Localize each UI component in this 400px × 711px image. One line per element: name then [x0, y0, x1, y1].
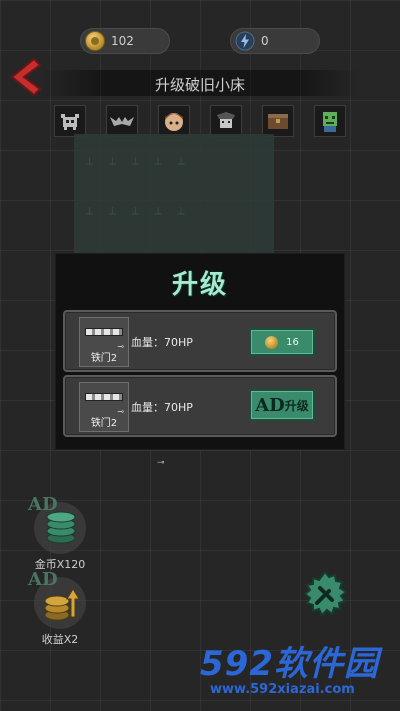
wrench-gear-icon[interactable]	[300, 570, 350, 620]
upgrade-cost: 16	[286, 336, 299, 348]
zombie-icon[interactable]	[314, 105, 346, 137]
watermark: 592软件园 www.592xiazai.com	[200, 636, 396, 708]
monster-icon[interactable]	[54, 105, 86, 137]
vampire-icon[interactable]	[210, 105, 242, 137]
hp-label: 血量：70HP	[131, 401, 193, 414]
upgrade-card: ⊸ 铁门2 血量：70HP 16	[63, 310, 337, 372]
energy-count: 0	[261, 34, 269, 48]
coin-count: 102	[111, 34, 134, 48]
coin-counter: 102	[80, 28, 170, 54]
ad-tag: AD	[28, 569, 58, 590]
lightning-icon	[235, 31, 255, 51]
ad-label: AD	[255, 394, 285, 416]
door-bars-icon	[85, 328, 123, 336]
income-bonus-button[interactable]: AD 收益X2	[28, 569, 92, 647]
item-name: 铁门2	[90, 418, 118, 429]
page-title: 升级破旧小床	[154, 76, 245, 94]
key-icon: ⊸	[157, 458, 165, 468]
upgrade-card: ⊸ 铁门2 血量：70HP AD 升级	[63, 375, 337, 437]
bat-icon[interactable]	[106, 105, 138, 137]
coin-icon	[85, 31, 105, 51]
item-name: 铁门2	[90, 353, 118, 364]
door-bars-icon	[85, 393, 123, 401]
coin-icon	[265, 335, 279, 349]
chest-icon[interactable]	[262, 105, 294, 137]
watermark-url: www.592xiazai.com	[210, 682, 355, 697]
room-area: ⟂ ⟂ ⟂ ⟂ ⟂ ⟂ ⟂ ⟂ ⟂ ⟂	[74, 134, 274, 254]
iron-door-thumbnail: ⊸ 铁门2	[79, 382, 129, 432]
modal-title: 升级	[171, 270, 228, 300]
character-face-icon[interactable]	[158, 105, 190, 137]
ad-upgrade-button[interactable]: AD 升级	[249, 389, 315, 421]
bonus-label: 收益X2	[41, 633, 79, 646]
ad-tag: AD	[28, 494, 58, 515]
back-chevron-icon[interactable]	[4, 55, 44, 99]
upgrade-label: 升级	[284, 398, 309, 413]
coin-bonus-button[interactable]: AD 金币X120	[28, 494, 92, 572]
title-bar: 升级破旧小床	[40, 70, 360, 96]
iron-door-thumbnail: ⊸ 铁门2	[79, 317, 129, 367]
hp-label: 血量：70HP	[131, 336, 193, 349]
watermark-logo: 592软件园	[200, 644, 379, 684]
energy-counter: 0	[230, 28, 320, 54]
coin-upgrade-button[interactable]: 16	[249, 328, 315, 356]
